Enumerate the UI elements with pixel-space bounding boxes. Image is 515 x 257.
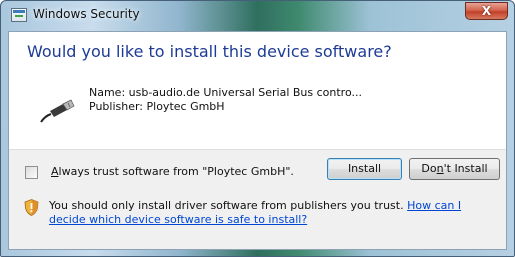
security-window-icon [11, 8, 27, 22]
title-bar[interactable]: Windows Security X [1, 1, 514, 29]
dont-install-prefix: Do [421, 162, 437, 175]
device-info: Name: usb-audio.de Universal Serial Bus … [89, 86, 362, 114]
window-title: Windows Security [33, 7, 140, 21]
dialog-content: Would you like to install this device so… [8, 31, 507, 250]
dialog-heading: Would you like to install this device so… [27, 42, 392, 61]
warning-text: You should only install driver software … [49, 199, 408, 212]
shield-warning-icon [24, 199, 39, 216]
always-trust-checkbox[interactable] [25, 166, 38, 179]
device-publisher: Publisher: Ploytec GmbH [89, 100, 225, 113]
dont-install-access-key: n [436, 162, 444, 175]
usb-cable-icon [40, 99, 75, 123]
always-trust-label[interactable]: Always trust software from "Ploytec GmbH… [51, 165, 294, 178]
warning-message: You should only install driver software … [49, 199, 495, 227]
windows-security-dialog: Windows Security X Would you like to ins… [0, 0, 515, 257]
device-name: Name: usb-audio.de Universal Serial Bus … [89, 86, 362, 99]
close-button[interactable]: X [465, 2, 508, 20]
always-trust-access-key: A [51, 165, 59, 178]
dont-install-suffix: 't Install [443, 162, 488, 175]
always-trust-label-text: lways trust software from "Ploytec GmbH"… [58, 165, 294, 178]
dont-install-button[interactable]: Don't Install [409, 158, 500, 180]
dialog-footer: Always trust software from "Ploytec GmbH… [9, 149, 506, 249]
install-button[interactable]: Install [327, 158, 402, 180]
